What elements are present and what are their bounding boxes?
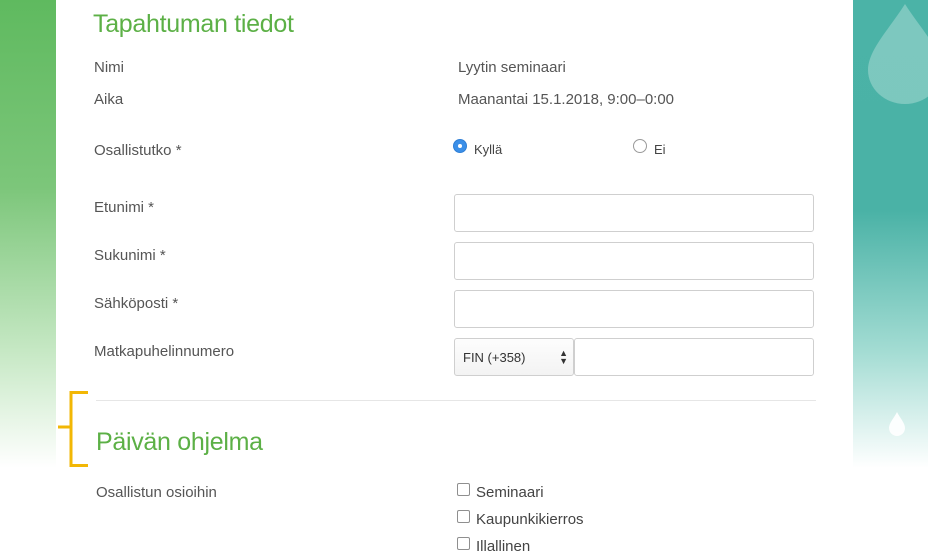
seminar-checkbox[interactable]	[457, 483, 470, 496]
background-left-green	[0, 0, 56, 468]
form-panel	[56, 0, 853, 468]
first-name-field[interactable]	[454, 194, 814, 232]
phone-number-field[interactable]	[574, 338, 814, 376]
last-name-field[interactable]	[454, 242, 814, 280]
name-label: Nimi	[94, 59, 124, 76]
event-name-value: Lyytin seminaari	[458, 59, 566, 76]
phone-label: Matkapuhelinnumero	[94, 343, 235, 360]
email-field[interactable]	[454, 290, 814, 328]
section-divider	[96, 400, 816, 401]
seminar-label[interactable]: Seminaari	[476, 484, 544, 501]
event-details-title: Tapahtuman tiedot	[93, 10, 294, 38]
event-time-value: Maanantai 15.1.2018, 9:00–0:00	[458, 91, 675, 108]
program-title: Päivän ohjelma	[96, 428, 263, 456]
phone-country-value: FIN (+358)	[463, 350, 526, 365]
last-name-label: Sukunimi *	[94, 247, 166, 264]
water-drop-small-icon	[889, 412, 905, 436]
select-arrows-icon: ▲ ▼	[559, 348, 568, 366]
phone-country-select[interactable]: FIN (+358) ▲ ▼	[454, 338, 574, 376]
water-drop-icon	[868, 4, 928, 104]
participation-yes-label[interactable]: Kyllä	[474, 142, 502, 157]
section-highlight-bracket	[58, 391, 88, 467]
participation-no-radio[interactable]	[633, 139, 647, 153]
program-label: Osallistun osioihin	[96, 484, 217, 501]
participation-label: Osallistutko *	[94, 142, 182, 159]
email-label: Sähköposti *	[94, 295, 179, 312]
time-label: Aika	[94, 91, 124, 108]
dinner-label[interactable]: Illallinen	[476, 538, 530, 555]
dinner-checkbox[interactable]	[457, 537, 470, 550]
city-tour-checkbox[interactable]	[457, 510, 470, 523]
participation-no-label[interactable]: Ei	[654, 142, 666, 157]
city-tour-label[interactable]: Kaupunkikierros	[476, 511, 584, 528]
first-name-label: Etunimi *	[94, 199, 155, 216]
participation-yes-radio[interactable]	[453, 139, 467, 153]
